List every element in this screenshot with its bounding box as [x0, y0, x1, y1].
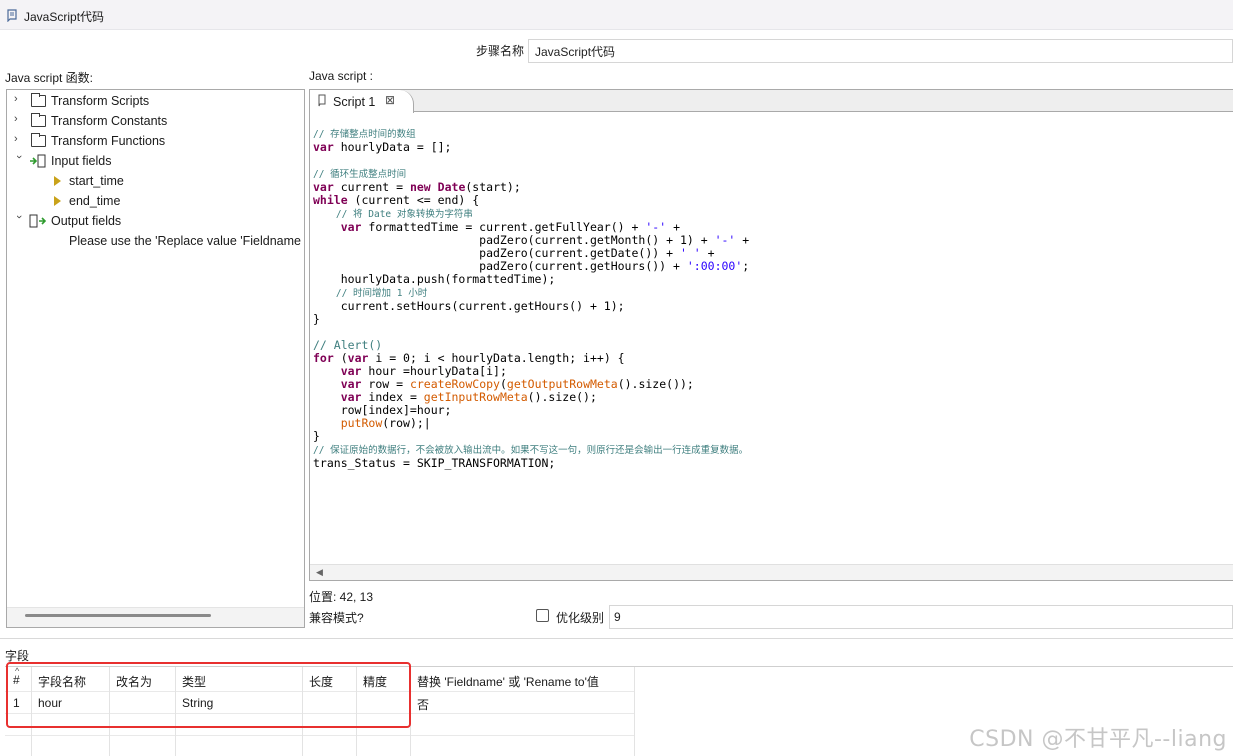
window-titlebar: JavaScript代码: [0, 0, 1233, 30]
tree-item-label: Transform Functions: [51, 134, 166, 148]
tree-item-transform-constants[interactable]: › Transform Constants: [7, 111, 302, 131]
window-title: JavaScript代码: [24, 10, 105, 24]
step-name-label: 步骤名称: [476, 44, 525, 58]
code-line: trans_Status = SKIP_TRANSFORMATION;: [313, 456, 556, 470]
folder-icon: [31, 113, 46, 127]
optimize-level-input[interactable]: [609, 605, 1233, 629]
code-line: current.setHours(current.getHours() + 1)…: [313, 299, 625, 313]
optimize-checkbox[interactable]: [536, 609, 549, 622]
tree-item-label: Transform Scripts: [51, 94, 150, 108]
code-line: // 循环生成整点时间: [313, 169, 407, 180]
code-line: // 时间增加 1 小时: [313, 288, 428, 299]
tree-item-output-fields[interactable]: › Output fields: [7, 211, 302, 231]
code-line: }: [313, 312, 320, 326]
code-line: // 将 Date 对象转换为字符串: [313, 209, 473, 220]
folder-icon: [31, 133, 46, 147]
script-editor[interactable]: Script 1 ⊠ // 存储整点时间的数组 var hourlyData =…: [309, 89, 1233, 581]
chevron-right-icon[interactable]: ›: [14, 133, 24, 147]
tree-item-label: Transform Constants: [51, 114, 168, 128]
tab-script-1[interactable]: Script 1 ⊠: [310, 90, 414, 113]
tree-item-label: end_time: [69, 194, 121, 208]
tree-item-input-fields[interactable]: › Input fields: [7, 151, 302, 171]
tree-item-transform-scripts[interactable]: › Transform Scripts: [7, 91, 302, 111]
code-line: // 存储整点时间的数组: [313, 129, 416, 140]
highlight-annotation: [6, 662, 411, 728]
code-line: padZero(current.getDate()) + ' ' +: [313, 246, 715, 260]
tab-label: Script 1: [333, 95, 376, 109]
code-line: padZero(current.getMonth() + 1) + '-' +: [313, 233, 750, 247]
script-icon: [318, 94, 326, 107]
code-line: row[index]=hour;: [313, 403, 452, 417]
section-divider: [0, 638, 1233, 639]
optimize-level-label: 优化级别: [556, 611, 605, 625]
field-arrow-icon: [54, 176, 61, 186]
code-line: // Alert(): [313, 338, 383, 352]
tree-item-transform-functions[interactable]: › Transform Functions: [7, 131, 302, 151]
code-line: for (var i = 0; i < hourlyData.length; i…: [313, 351, 625, 365]
code-line: var hourlyData = [];: [313, 140, 452, 154]
editor-tab-strip: Script 1 ⊠: [310, 90, 1233, 113]
cursor-position: 位置: 42, 13: [309, 590, 374, 604]
chevron-right-icon[interactable]: ›: [14, 113, 24, 127]
tree-item-label: start_time: [69, 174, 124, 188]
editor-horizontal-scrollbar[interactable]: ◀: [310, 564, 1233, 580]
output-fields-icon: [29, 214, 47, 228]
input-fields-icon: [30, 154, 46, 168]
code-line: putRow(row);|: [340, 416, 431, 430]
compat-mode-label: 兼容模式?: [309, 611, 364, 625]
code-line: hourlyData.push(formattedTime);: [313, 272, 556, 286]
table-cell[interactable]: 否: [417, 690, 429, 713]
tree-item-output-hint: Please use the 'Replace value 'Fieldname: [7, 231, 302, 251]
code-line: padZero(current.getHours()) + ':00:00';: [313, 259, 750, 273]
code-line: var formattedTime = current.getFullYear(…: [340, 220, 680, 234]
column-header[interactable]: 替换 'Fieldname' 或 'Rename to'值: [417, 667, 599, 690]
code-area[interactable]: // 存储整点时间的数组 var hourlyData = []; // 循环生…: [313, 127, 749, 470]
tree-item-start-time[interactable]: start_time: [7, 171, 302, 191]
tree-scroll-thumb[interactable]: [25, 614, 211, 617]
chevron-down-icon[interactable]: ›: [11, 155, 25, 165]
code-line: var current = new Date(start);: [313, 180, 521, 194]
scroll-left-icon[interactable]: ◀: [316, 567, 323, 578]
script-icon: [7, 9, 17, 22]
code-line: var hour =hourlyData[i];: [340, 364, 507, 378]
watermark: CSDN @不甘平凡--liang: [969, 727, 1227, 752]
code-line: }: [313, 429, 320, 443]
tree-item-label: Output fields: [51, 214, 122, 228]
field-arrow-icon: [54, 196, 61, 206]
functions-tree: › Transform Scripts › Transform Constant…: [6, 89, 305, 628]
code-line: // 保证原始的数据行，不会被放入输出流中。如果不写这一句，则原行还是会输出一行…: [313, 445, 749, 456]
step-name-input[interactable]: [528, 39, 1233, 63]
row-divider: [5, 735, 635, 736]
tree-item-label: Please use the 'Replace value 'Fieldname: [69, 234, 301, 248]
chevron-right-icon[interactable]: ›: [14, 93, 24, 107]
code-line: var index = getInputRowMeta().size();: [340, 390, 597, 404]
functions-panel-title: Java script 函数:: [5, 71, 94, 85]
script-panel-title: Java script :: [309, 69, 374, 83]
code-line: var row = createRowCopy(getOutputRowMeta…: [340, 377, 694, 391]
tree-item-label: Input fields: [51, 154, 112, 168]
chevron-down-icon[interactable]: ›: [11, 215, 25, 225]
tree-horizontal-scrollbar[interactable]: [7, 607, 304, 627]
column-divider: [634, 667, 635, 756]
close-icon[interactable]: ⊠: [385, 93, 395, 107]
tree-item-end-time[interactable]: end_time: [7, 191, 302, 211]
folder-icon: [31, 93, 46, 107]
code-line: while (current <= end) {: [313, 193, 480, 207]
